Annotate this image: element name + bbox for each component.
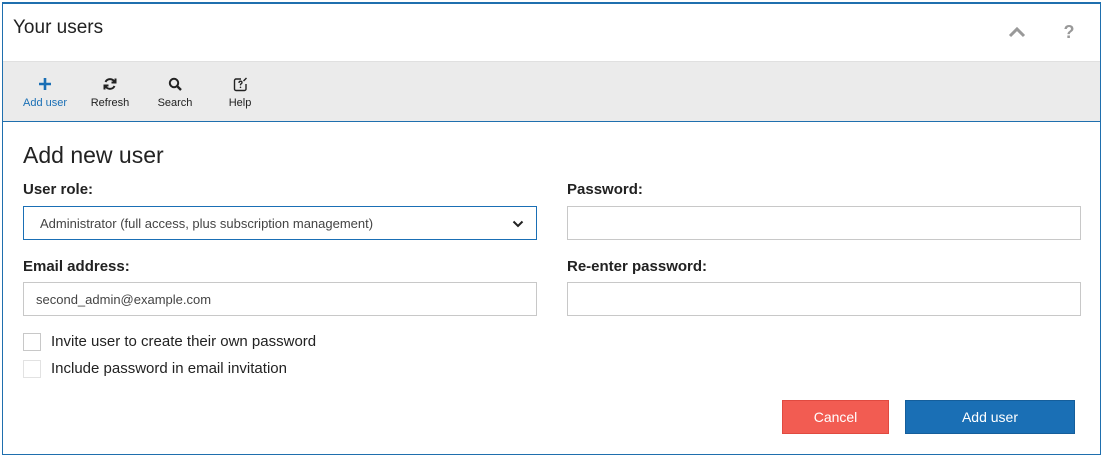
chevron-down-icon [512, 216, 524, 231]
users-panel: Your users ? Add user Refresh Search Hel… [2, 2, 1101, 455]
email-field[interactable]: second_admin@example.com [23, 282, 537, 316]
toolbar-add-user[interactable]: Add user [17, 74, 73, 109]
include-password-label: Include password in email invitation [51, 360, 287, 377]
user-role-value: Administrator (full access, plus subscri… [40, 215, 374, 231]
plus-icon [17, 74, 73, 94]
invite-user-label: Invite user to create their own password [51, 333, 317, 350]
refresh-icon [82, 74, 138, 94]
panel-header: Your users ? [3, 4, 1100, 61]
toolbar-label: Help [228, 97, 252, 109]
reenter-password-field[interactable] [567, 282, 1081, 316]
toolbar: Add user Refresh Search Help [3, 61, 1100, 122]
form-title: Add new user [23, 142, 164, 168]
page-title: Your users [13, 17, 104, 38]
email-label: Email address: [23, 258, 130, 275]
password-field[interactable] [567, 206, 1081, 240]
invite-user-checkbox[interactable] [23, 333, 41, 351]
toolbar-label: Add user [22, 97, 68, 109]
toolbar-refresh[interactable]: Refresh [82, 74, 138, 109]
toolbar-search[interactable]: Search [147, 74, 203, 109]
password-label: Password: [567, 181, 643, 198]
toolbar-label: Search [157, 97, 193, 109]
toolbar-label: Refresh [90, 97, 130, 109]
collapse-chevron-up-icon[interactable] [1005, 20, 1029, 44]
reenter-password-label: Re-enter password: [567, 258, 708, 275]
user-role-label: User role: [23, 181, 94, 198]
help-edit-icon [212, 74, 268, 94]
user-role-select[interactable]: Administrator (full access, plus subscri… [23, 206, 537, 240]
add-user-button[interactable]: Add user [905, 400, 1075, 434]
cancel-button[interactable]: Cancel [782, 400, 889, 434]
search-icon [147, 74, 203, 94]
toolbar-help[interactable]: Help [212, 74, 268, 109]
include-password-checkbox[interactable] [23, 360, 41, 378]
help-question-icon[interactable]: ? [1057, 20, 1081, 44]
add-user-form: Add new user User role: Administrator (f… [3, 121, 1100, 454]
